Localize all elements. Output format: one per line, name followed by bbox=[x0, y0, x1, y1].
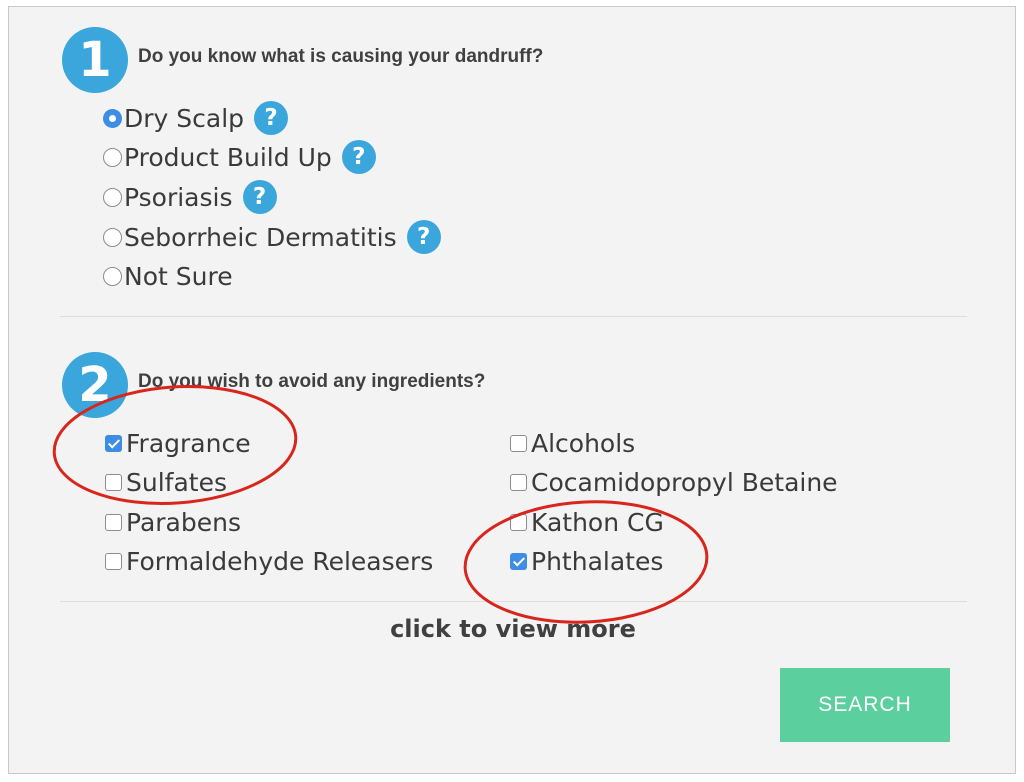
radio-button[interactable] bbox=[103, 227, 122, 247]
option-label: Kathon CG bbox=[531, 507, 664, 537]
help-icon[interactable]: ? bbox=[406, 220, 441, 254]
checkbox-option-alcohols[interactable]: Alcohols bbox=[510, 425, 635, 461]
quiz-panel: 1 Do you know what is causing your dandr… bbox=[8, 6, 1016, 774]
checkbox-option-fragrance[interactable]: Fragrance bbox=[105, 425, 251, 461]
radio-button[interactable] bbox=[103, 266, 122, 286]
option-label: Not Sure bbox=[124, 261, 233, 291]
radio-button-selected[interactable] bbox=[103, 108, 122, 128]
question-1-text: Do you know what is causing your dandruf… bbox=[138, 46, 544, 67]
checkbox[interactable] bbox=[510, 434, 527, 452]
section-divider bbox=[60, 601, 967, 602]
option-label: Sulfates bbox=[126, 467, 227, 497]
checkbox[interactable] bbox=[105, 473, 122, 491]
radio-option-psoriasis[interactable]: Psoriasis ? bbox=[103, 179, 277, 215]
help-icon[interactable]: ? bbox=[254, 101, 289, 135]
step-1-badge: 1 bbox=[62, 27, 128, 93]
step-2-badge: 2 bbox=[62, 352, 128, 418]
question-2-text: Do you wish to avoid any ingredients? bbox=[138, 371, 486, 392]
view-more-link[interactable]: click to view more bbox=[9, 615, 1017, 643]
checkbox-checked[interactable] bbox=[510, 552, 527, 570]
option-label: Cocamidopropyl Betaine bbox=[531, 467, 838, 497]
option-label: Product Build Up bbox=[124, 142, 332, 172]
help-icon[interactable]: ? bbox=[242, 180, 277, 214]
option-label: Fragrance bbox=[126, 428, 251, 458]
radio-button[interactable] bbox=[103, 187, 122, 207]
section-divider bbox=[60, 316, 967, 317]
radio-option-product-build-up[interactable]: Product Build Up ? bbox=[103, 139, 376, 175]
option-label: Alcohols bbox=[531, 428, 636, 458]
checkbox-option-kathon-cg[interactable]: Kathon CG bbox=[510, 504, 664, 540]
checkbox[interactable] bbox=[510, 513, 527, 531]
checkbox-option-formaldehyde-releasers[interactable]: Formaldehyde Releasers bbox=[105, 543, 433, 579]
checkbox-option-sulfates[interactable]: Sulfates bbox=[105, 464, 227, 500]
checkbox[interactable] bbox=[105, 552, 122, 570]
radio-option-not-sure[interactable]: Not Sure bbox=[103, 258, 233, 294]
checkbox-option-cocamidopropyl-betaine[interactable]: Cocamidopropyl Betaine bbox=[510, 464, 838, 500]
checkbox-checked[interactable] bbox=[105, 434, 122, 452]
checkbox-option-phthalates[interactable]: Phthalates bbox=[510, 543, 663, 579]
help-icon[interactable]: ? bbox=[341, 140, 376, 174]
option-label: Seborrheic Dermatitis bbox=[124, 222, 397, 252]
checkbox[interactable] bbox=[105, 513, 122, 531]
option-label: Parabens bbox=[126, 507, 241, 537]
option-label: Formaldehyde Releasers bbox=[126, 546, 434, 576]
radio-option-seborrheic-dermatitis[interactable]: Seborrheic Dermatitis ? bbox=[103, 219, 441, 255]
option-label: Phthalates bbox=[531, 546, 664, 576]
radio-button[interactable] bbox=[103, 147, 122, 167]
option-label: Psoriasis bbox=[124, 182, 233, 212]
option-label: Dry Scalp bbox=[124, 103, 245, 133]
checkbox-option-parabens[interactable]: Parabens bbox=[105, 504, 241, 540]
search-button[interactable]: SEARCH bbox=[780, 668, 950, 742]
radio-option-dry-scalp[interactable]: Dry Scalp ? bbox=[103, 100, 289, 136]
checkbox[interactable] bbox=[510, 473, 527, 491]
